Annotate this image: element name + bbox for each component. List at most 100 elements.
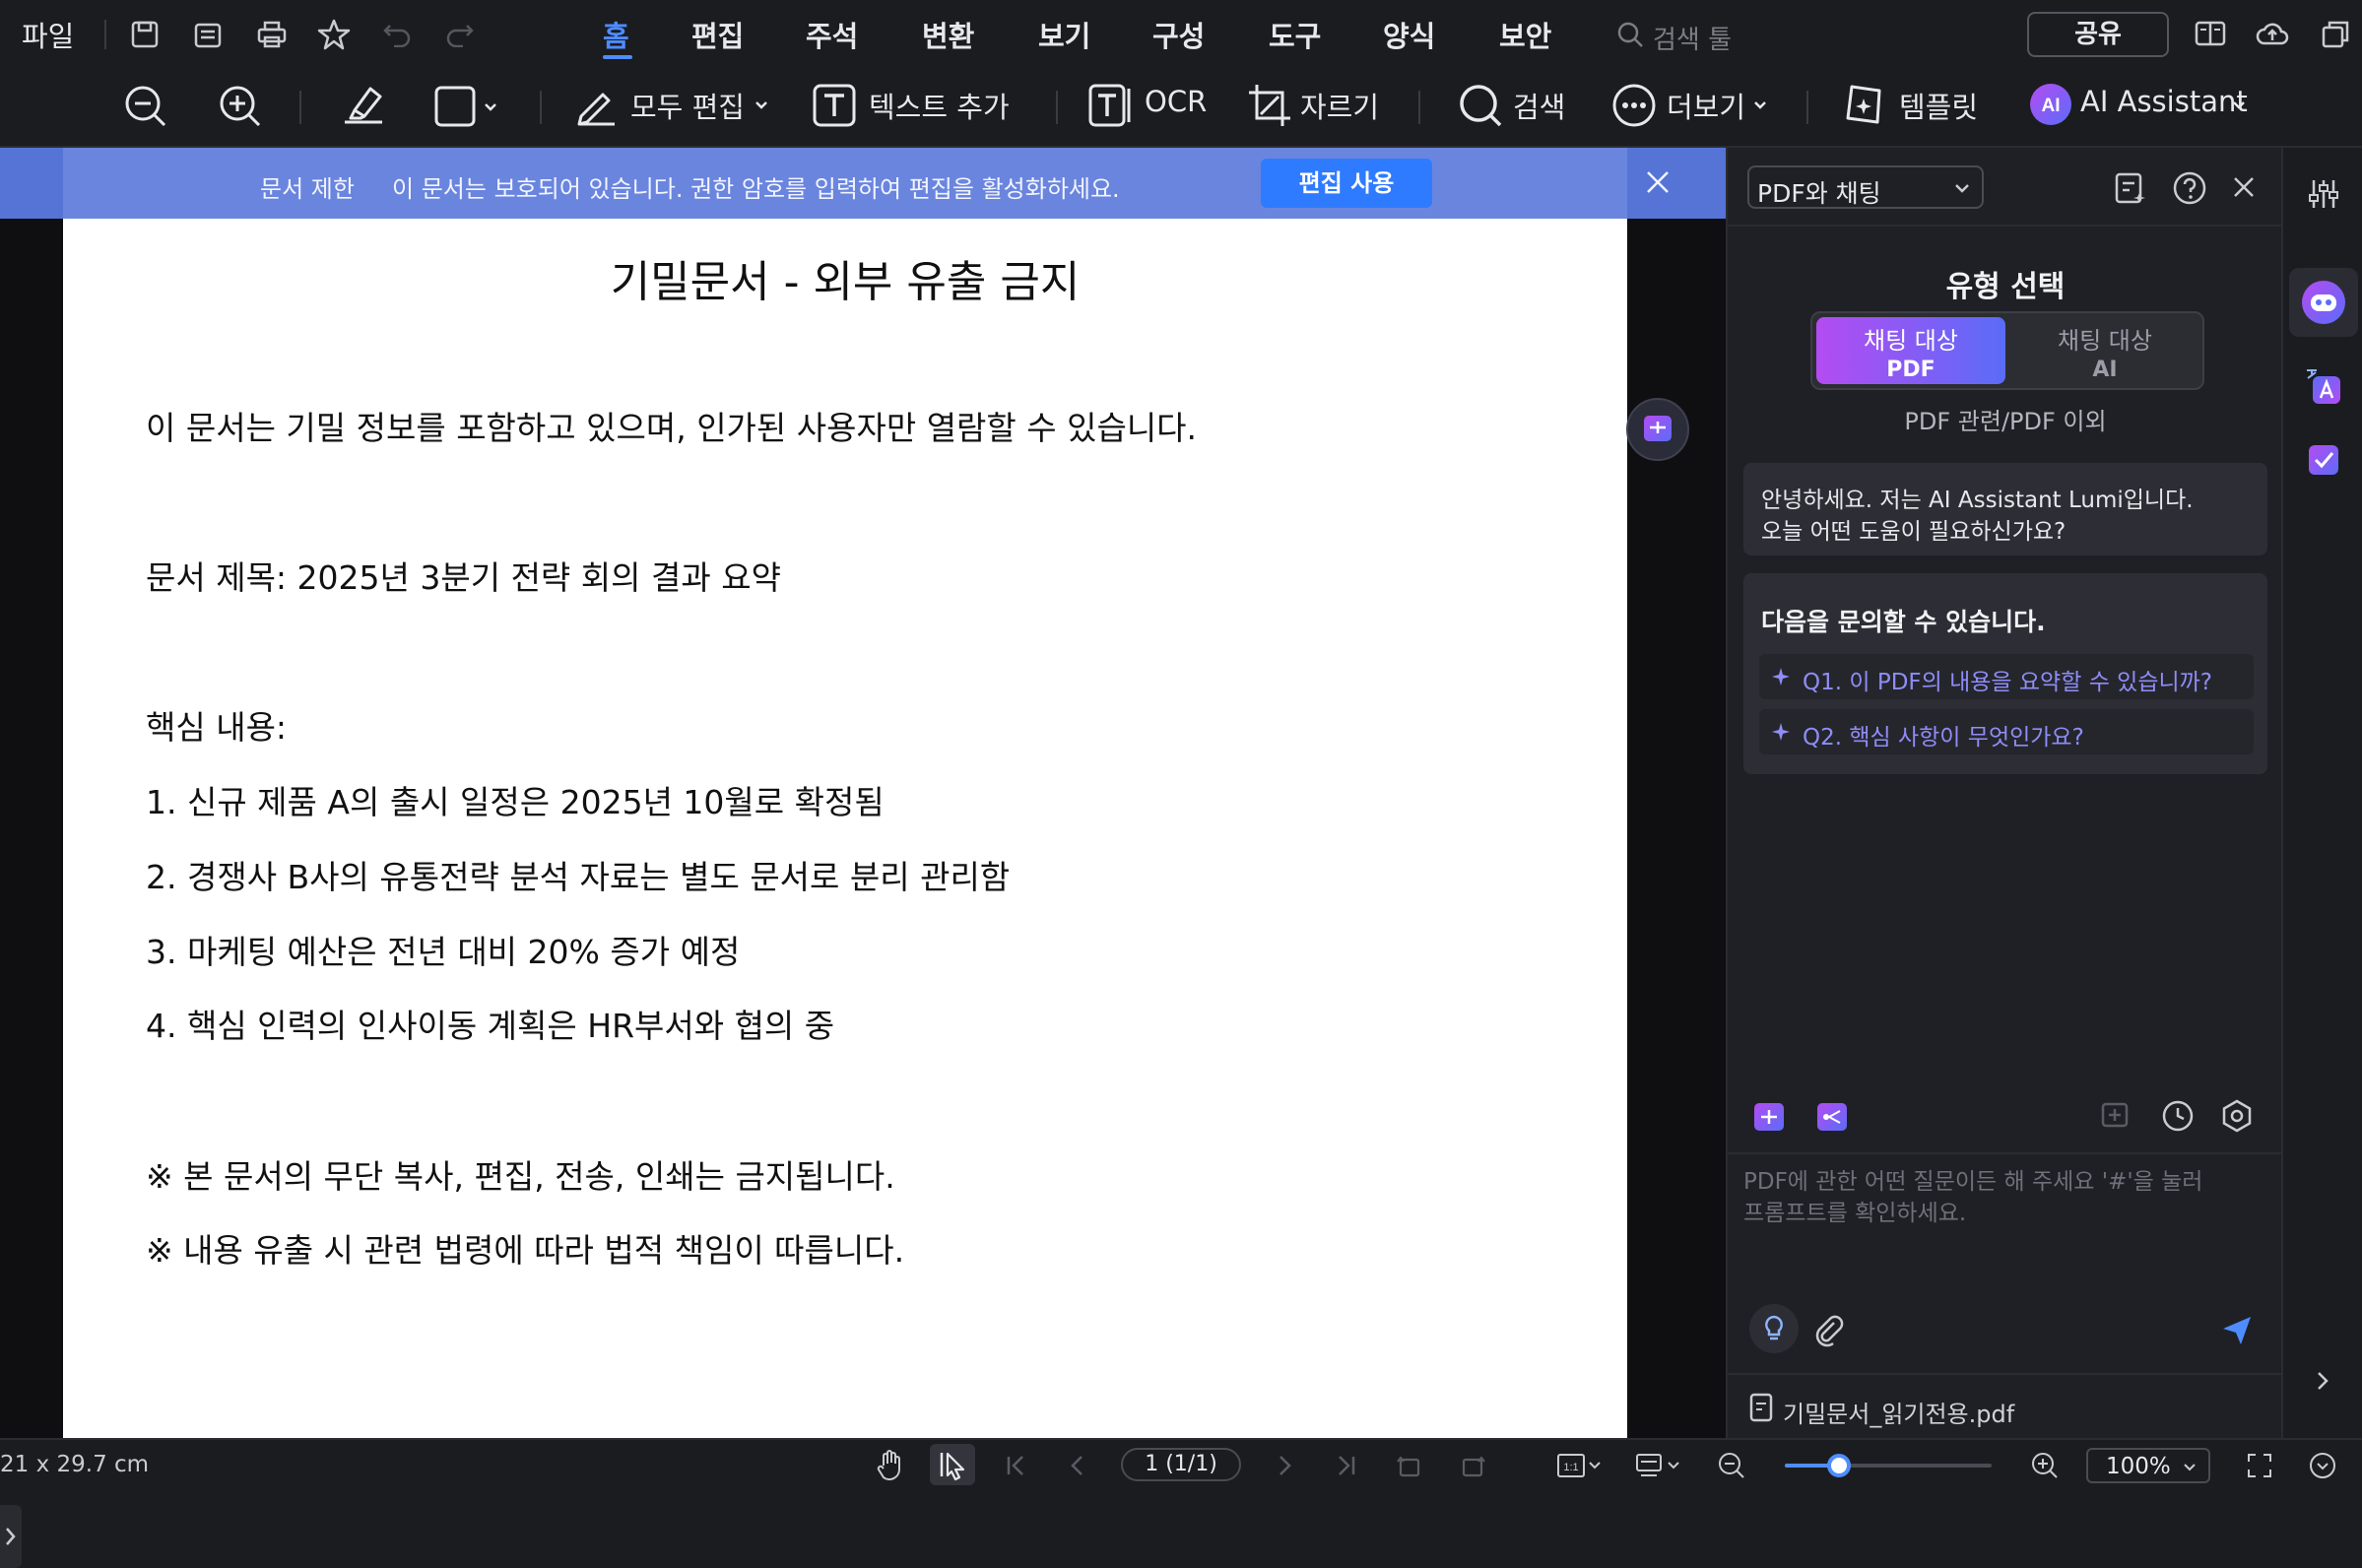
select-tool-button[interactable] — [930, 1444, 975, 1485]
first-page-icon[interactable] — [1005, 1454, 1028, 1477]
doc-notice: ※ 본 문서의 무단 복사, 편집, 전송, 인쇄는 금지됩니다. — [146, 1157, 895, 1196]
more-icon[interactable] — [1611, 83, 1657, 128]
page-layout-icon[interactable] — [1635, 1452, 1682, 1479]
new-chat-icon[interactable] — [2100, 1101, 2133, 1133]
mindmap-tool-icon[interactable] — [1814, 1099, 1850, 1135]
option-sublabel: PDF — [1886, 358, 1936, 382]
last-page-icon[interactable] — [1334, 1454, 1357, 1477]
edit-all-button[interactable]: 모두 편집 — [630, 85, 745, 126]
actual-size-icon[interactable]: 1:1 — [1556, 1452, 1604, 1479]
tab-convert[interactable]: 변환 — [922, 14, 974, 55]
ai-floating-button[interactable] — [1626, 398, 1689, 461]
file-menu[interactable]: 파일 — [22, 14, 74, 55]
reader-mode-icon[interactable] — [2195, 20, 2226, 47]
send-icon[interactable] — [2220, 1314, 2254, 1347]
chevron-down-icon[interactable] — [2232, 100, 2246, 110]
window-restore-icon[interactable] — [2321, 20, 2350, 49]
zoom-slider-thumb[interactable] — [1827, 1454, 1851, 1477]
add-text-button[interactable]: 텍스트 추가 — [869, 85, 1010, 126]
chat-mode-select[interactable]: PDF와 채팅 — [1747, 165, 1984, 209]
tab-organize[interactable]: 구성 — [1152, 14, 1205, 55]
help-icon[interactable] — [2173, 171, 2206, 205]
ai-chat-tab[interactable] — [2289, 268, 2358, 337]
save-icon[interactable] — [130, 20, 160, 49]
suggested-question[interactable]: Q1. 이 PDF의 내용을 요약할 수 있습니까? — [1759, 654, 2254, 699]
active-tab-indicator — [603, 55, 632, 59]
search-placeholder: 검색 툴 — [1653, 26, 1733, 55]
next-page-icon[interactable] — [1275, 1454, 1294, 1477]
summary-icon[interactable] — [2114, 171, 2147, 205]
settings-icon[interactable] — [2220, 1099, 2254, 1133]
suggested-question[interactable]: Q2. 핵심 사항이 무엇인가요? — [1759, 709, 2254, 754]
zoom-out-small-icon[interactable] — [1718, 1452, 1745, 1479]
check-task-icon[interactable] — [2303, 437, 2344, 479]
chevron-down-icon[interactable] — [755, 100, 768, 110]
zoom-in-small-icon[interactable] — [2031, 1452, 2059, 1479]
template-button[interactable]: 템플릿 — [1899, 85, 1978, 126]
zoom-out-icon[interactable] — [122, 83, 167, 128]
assistant-greeting: 안녕하세요. 저는 AI Assistant Lumi입니다. 오늘 어떤 도움… — [1743, 463, 2267, 555]
left-panel-expander[interactable] — [0, 1505, 22, 1568]
type-select-title: 유형 선택 — [1945, 270, 2066, 304]
close-panel-icon[interactable] — [2232, 175, 2256, 199]
zoom-in-icon[interactable] — [217, 83, 262, 128]
chevron-right-icon[interactable] — [2313, 1369, 2332, 1393]
redo-icon[interactable] — [445, 20, 475, 47]
divider — [540, 91, 542, 124]
undo-icon[interactable] — [382, 20, 412, 47]
chat-pdf-option[interactable]: 채팅 대상 PDF — [1816, 317, 2005, 384]
template-icon[interactable] — [1842, 81, 1889, 128]
more-button[interactable]: 더보기 — [1667, 85, 1745, 126]
search-doc-icon[interactable] — [1458, 83, 1503, 128]
tool-search[interactable]: 검색 툴 — [1611, 14, 1769, 55]
chevron-down-icon[interactable] — [1753, 100, 1767, 110]
history-icon[interactable] — [2161, 1099, 2195, 1133]
attach-icon[interactable] — [1812, 1314, 1846, 1347]
fullscreen-icon[interactable] — [2246, 1452, 2273, 1479]
properties-icon[interactable] — [2307, 177, 2340, 211]
cloud-upload-icon[interactable] — [2256, 20, 2289, 47]
ai-assistant-button[interactable]: AI Assistant — [2080, 85, 2248, 118]
prompt-idea-button[interactable] — [1749, 1304, 1799, 1353]
ai-assistant-icon[interactable]: AI — [2029, 83, 2072, 126]
suggestion-box: 다음을 문의할 수 있습니다. Q1. 이 PDF의 내용을 요약할 수 있습니… — [1743, 573, 2267, 774]
collapse-icon[interactable] — [2309, 1452, 2336, 1479]
tab-view[interactable]: 보기 — [1038, 14, 1090, 55]
save-as-icon[interactable] — [193, 20, 223, 49]
rotate-left-icon[interactable] — [1395, 1452, 1422, 1479]
tab-tools[interactable]: 도구 — [1269, 14, 1321, 55]
doc-list-item: 3. 마케팅 예산은 전년 대비 20% 증가 예정 — [146, 933, 741, 971]
tab-annotate[interactable]: 주석 — [806, 14, 858, 55]
highlighter-icon[interactable] — [341, 81, 386, 126]
rotate-right-icon[interactable] — [1460, 1452, 1487, 1479]
tab-forms[interactable]: 양식 — [1383, 14, 1435, 55]
share-button[interactable]: 공유 — [2027, 12, 2169, 57]
tab-security[interactable]: 보안 — [1499, 14, 1551, 55]
tab-edit[interactable]: 편집 — [691, 14, 744, 55]
shape-icon[interactable] — [433, 85, 502, 128]
print-icon[interactable] — [256, 20, 288, 49]
ocr-icon[interactable] — [1087, 83, 1133, 128]
banner-message: 이 문서는 보호되어 있습니다. 권한 암호를 입력하여 편집을 활성화하세요. — [392, 175, 1120, 203]
close-icon[interactable] — [1645, 169, 1671, 195]
divider — [1056, 91, 1058, 124]
star-icon[interactable] — [317, 18, 351, 51]
crop-button[interactable]: 자르기 — [1300, 85, 1379, 126]
zoom-level-select[interactable]: 100% — [2086, 1448, 2210, 1483]
tab-home[interactable]: 홈 — [603, 14, 629, 55]
prev-page-icon[interactable] — [1068, 1454, 1087, 1477]
divider — [299, 91, 301, 124]
page-indicator[interactable]: 1 (1/1) — [1121, 1448, 1241, 1481]
document-viewport[interactable]: 문서 제한 이 문서는 보호되어 있습니다. 권한 암호를 입력하여 편집을 활… — [0, 148, 1726, 1568]
search-button[interactable]: 검색 — [1513, 85, 1565, 126]
crop-icon[interactable] — [1247, 83, 1292, 128]
ocr-button[interactable]: OCR — [1145, 85, 1207, 118]
pdf-chat-tool-icon[interactable] — [1751, 1099, 1787, 1135]
enable-edit-button[interactable]: 편집 사용 — [1261, 159, 1432, 208]
edit-all-icon[interactable] — [573, 83, 619, 128]
chat-ai-option[interactable]: 채팅 대상 AI — [2009, 317, 2200, 384]
translate-icon[interactable] — [2303, 366, 2344, 408]
add-text-icon[interactable] — [812, 83, 857, 128]
chat-mode-value: PDF와 채팅 — [1757, 179, 1881, 208]
hand-tool-icon[interactable] — [875, 1448, 906, 1481]
